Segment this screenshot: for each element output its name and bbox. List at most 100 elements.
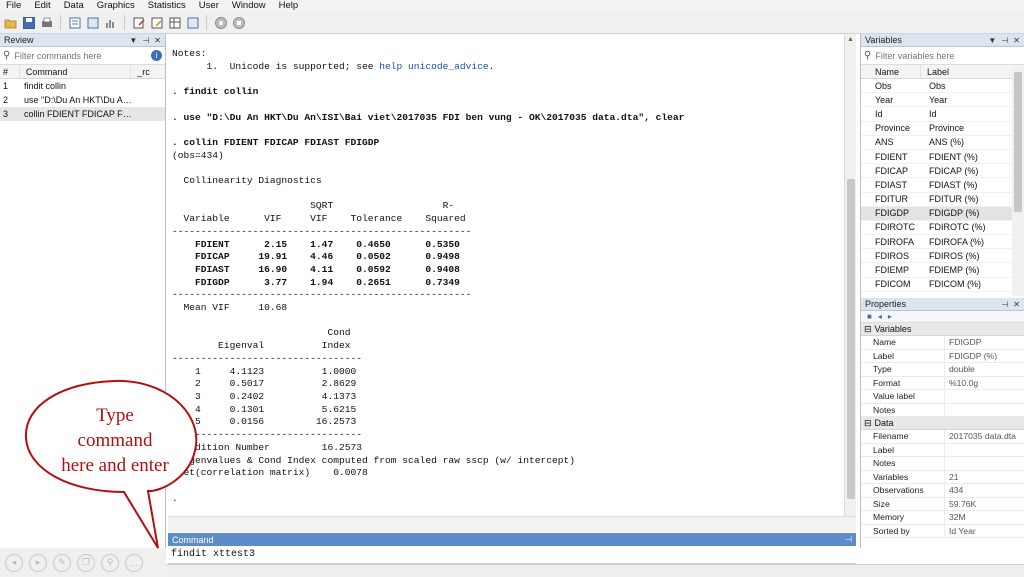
pin-icon[interactable]: ⊣ [1001,300,1008,309]
results-scroll-thumb[interactable] [847,179,855,499]
review-row[interactable]: 3 collin FDIENT FDICAP FDIA... [0,107,165,121]
filter-icon[interactable]: ▼ [988,36,996,45]
scroll-up-icon[interactable]: ▲ [847,36,854,43]
property-key: Observations [861,484,945,497]
col-command[interactable]: Command [20,65,132,78]
menu-graphics[interactable]: Graphics [97,0,135,12]
data-editor-icon[interactable] [149,15,164,30]
property-value[interactable]: 32M [945,512,966,522]
variable-row[interactable]: Obs Obs [861,79,1024,94]
variable-row[interactable]: FDIEMP FDIEMP (%) [861,263,1024,278]
property-value[interactable]: 434 [945,485,963,495]
variables-column-header: Name Label [861,65,1024,79]
review-filter-input[interactable] [14,50,147,61]
col-name[interactable]: Name [861,65,921,78]
copy-icon[interactable]: ❐ [77,553,95,572]
vif-row: FDICAP 19.91 4.46 0.0502 0.9498 [172,251,460,263]
pen-icon[interactable]: ✎ [53,553,71,572]
menu-user[interactable]: User [199,0,219,12]
callout-line-3: here and enter [61,455,169,476]
do-file-editor-icon[interactable] [131,15,146,30]
variable-label: FDICAP (%) [929,165,979,176]
property-row: Observations 434 [861,484,1024,498]
variable-row[interactable]: FDIROFA FDIROFA (%) [861,235,1024,250]
log-icon[interactable] [67,15,82,30]
results-window[interactable]: Notes: 1. Unicode is supported; see help… [168,34,844,516]
results-scrollbar[interactable]: ▲ [844,34,856,516]
graph-icon[interactable] [103,15,118,30]
property-value[interactable]: %10.0g [945,378,978,388]
variables-filter-input[interactable] [875,50,1021,61]
data-browser-icon[interactable] [167,15,182,30]
property-value[interactable]: 2017035 data.dta [945,431,1016,441]
info-icon[interactable]: i [151,50,162,61]
menu-statistics[interactable]: Statistics [148,0,186,12]
col-rc[interactable]: _rc [131,65,165,78]
variable-row[interactable]: Province Province [861,122,1024,136]
variable-row[interactable]: FDIROTC FDIROTC (%) [861,221,1024,236]
results-horizontal-scrollbar[interactable] [168,516,856,532]
review-row[interactable]: 1 findit collin [0,79,165,93]
properties-data-section[interactable]: ⊟ Data [861,417,1024,430]
close-icon[interactable]: ✕ [1013,36,1020,45]
open-icon[interactable] [3,15,18,30]
properties-variables-section[interactable]: ⊟ Variables [861,323,1024,336]
rewind-icon[interactable]: ◂ [5,553,23,572]
col-number[interactable]: # [0,65,20,78]
variable-row[interactable]: Year Year [861,93,1024,108]
close-icon[interactable]: ✕ [1013,300,1020,309]
col-label[interactable]: Label [921,65,1013,78]
collapse-icon[interactable]: ⊟ [864,324,872,335]
menu-edit[interactable]: Edit [34,0,50,12]
variable-row[interactable]: FDICOM FDICOM (%) [861,278,1024,292]
back-arrow-icon[interactable]: ◂ [878,312,882,321]
close-icon[interactable]: ✕ [154,36,161,45]
filter-icon[interactable]: ▼ [129,36,137,45]
more-icon[interactable]: … [125,553,143,572]
variable-row[interactable]: Id Id [861,107,1024,122]
variables-scrollbar[interactable] [1012,66,1024,296]
variable-row[interactable]: FDIROS FDIROS (%) [861,249,1024,264]
menu-data[interactable]: Data [64,0,84,12]
save-icon[interactable] [21,15,36,30]
viewer-icon[interactable] [85,15,100,30]
forward-arrow-icon[interactable]: ▸ [888,312,892,321]
menu-help[interactable]: Help [279,0,299,12]
variable-row-selected[interactable]: FDIGDP FDIGDP (%) [861,206,1024,221]
help-unicode-advice-link[interactable]: help unicode_advice [379,61,488,72]
property-value[interactable]: 21 [945,472,959,482]
lock-icon[interactable]: ■ [867,312,872,321]
variable-row[interactable]: FDIAST FDIAST (%) [861,178,1024,193]
property-value[interactable]: Id Year [945,526,976,536]
menu-window[interactable]: Window [232,0,266,12]
pin-icon[interactable]: ⊣ [845,535,852,544]
variable-name: FDIROFA [875,236,915,247]
variable-label: Year [929,94,948,105]
search-icon: ⚲ [864,50,872,61]
property-value[interactable]: 59.76K [945,499,976,509]
menu-file[interactable]: File [6,0,21,12]
variables-manager-icon[interactable] [185,15,200,30]
property-value[interactable]: double [945,364,975,374]
variables-scroll-thumb[interactable] [1014,72,1022,212]
forward-icon[interactable]: ▸ [29,553,47,572]
collapse-icon[interactable]: ⊟ [864,418,872,429]
pin-icon[interactable]: ⊣ [142,36,149,45]
variable-row[interactable]: FDICAP FDICAP (%) [861,164,1024,179]
property-value[interactable]: FDIGDP (%) [945,351,997,361]
variable-row[interactable]: FDIENT FDIENT (%) [861,150,1024,165]
status-bar: ◂ ▸ ✎ ❐ ⚲ … [0,548,166,577]
pin-icon[interactable]: ⊣ [1001,36,1008,45]
variable-row[interactable]: FDITUR FDITUR (%) [861,193,1024,207]
eigen-row: 1 4.1123 1.0000 [172,365,357,377]
continue-icon[interactable] [231,15,246,30]
property-value[interactable]: FDIGDP [945,337,981,347]
break-icon[interactable] [213,15,228,30]
review-row[interactable]: 2 use "D:\Du An HKT\Du An\... [0,93,165,107]
print-icon[interactable] [39,15,54,30]
variable-row[interactable]: ANS ANS (%) [861,136,1024,150]
zoom-icon[interactable]: ⚲ [101,553,119,572]
notes-header: Notes: [172,48,207,59]
property-row: Notes [861,457,1024,471]
command-input[interactable]: findit xttest3 [168,546,856,564]
